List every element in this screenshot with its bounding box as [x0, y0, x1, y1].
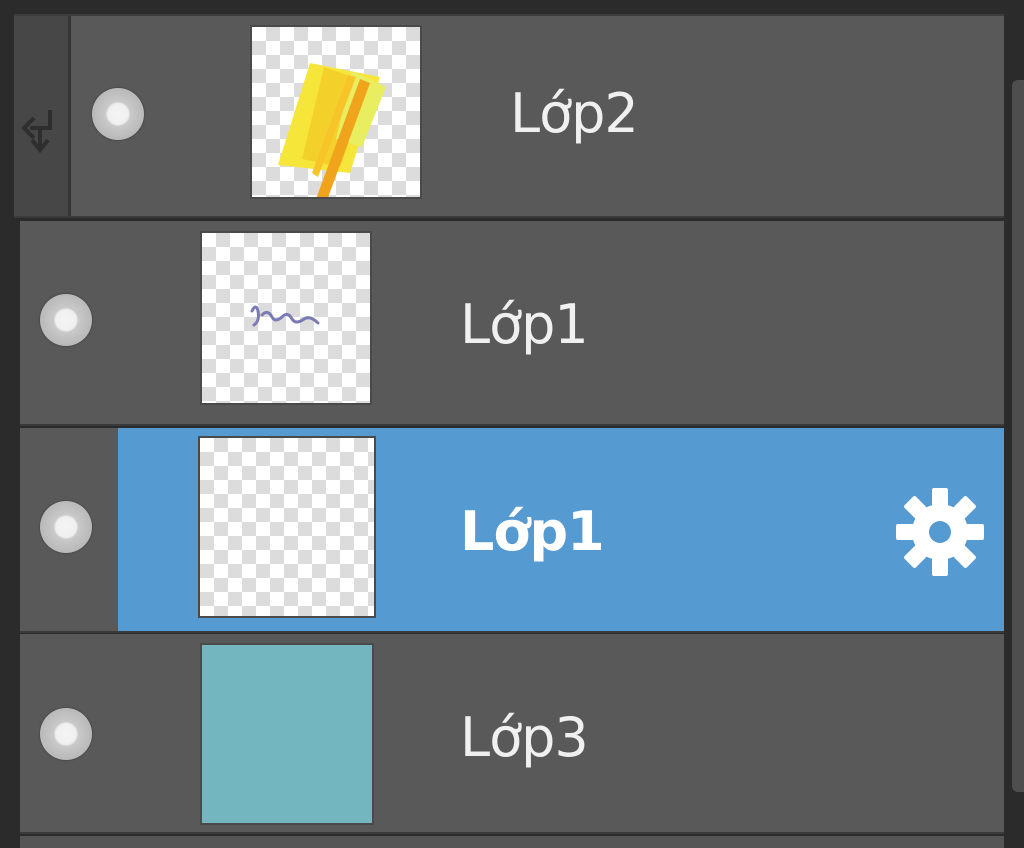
clipping-strip	[14, 16, 71, 216]
scrollbar[interactable]	[1012, 80, 1024, 792]
layers-panel: Lớp2 Lớp1 Lớp1 Lớp3	[0, 0, 1024, 848]
yellow-stroke-thumbnail	[278, 63, 386, 197]
layer-row-lop3[interactable]: Lớp3	[20, 634, 1004, 834]
layer-thumbnail	[200, 643, 374, 825]
visibility-toggle[interactable]	[40, 501, 92, 553]
gear-icon[interactable]	[892, 484, 988, 580]
visibility-toggle[interactable]	[40, 294, 92, 346]
layer-row-lop2[interactable]: Lớp2	[14, 14, 1004, 218]
visibility-toggle[interactable]	[92, 88, 144, 140]
layer-row-lop1[interactable]: Lớp1	[20, 221, 1004, 426]
layer-thumbnail	[200, 231, 372, 405]
clip-arrow-icon	[21, 110, 52, 154]
layer-thumbnail	[250, 25, 422, 199]
layer-name: Lớp1	[460, 500, 605, 563]
next-layer-edge	[20, 836, 1004, 848]
scribble-thumbnail	[250, 305, 320, 327]
layer-name: Lớp1	[460, 293, 589, 356]
layer-name: Lớp3	[460, 706, 589, 769]
layer-name: Lớp2	[510, 82, 639, 145]
visibility-toggle[interactable]	[40, 708, 92, 760]
layer-thumbnail	[198, 436, 376, 618]
layer-row-lop1-selected[interactable]: Lớp1	[20, 428, 1004, 633]
